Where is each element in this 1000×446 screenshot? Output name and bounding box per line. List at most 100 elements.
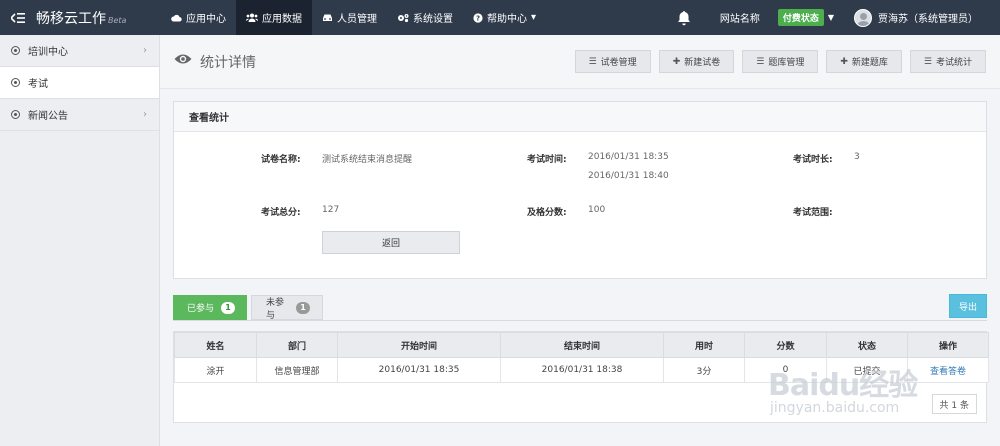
tab-divider	[173, 320, 987, 321]
new-paper-button[interactable]: ✚ 新建试卷	[658, 50, 735, 73]
total-score-value: 127	[322, 205, 340, 215]
exam-end-value: 2016/01/31 18:40	[588, 171, 669, 181]
nav-label: 应用中心	[186, 14, 226, 25]
list-icon: ☰	[756, 56, 765, 67]
nav-settings[interactable]: 系统设置	[387, 0, 463, 35]
exam-time-label: 考试时间:	[527, 155, 567, 165]
chevron-right-icon: ›	[143, 45, 147, 56]
table-cell: 2016/01/31 18:35	[337, 357, 501, 383]
paper-manage-button[interactable]: ☰ 试卷管理	[574, 50, 651, 73]
plus-icon: ✚	[672, 56, 681, 67]
site-name[interactable]: 网站名称	[720, 10, 760, 25]
count-badge: 1	[296, 301, 310, 314]
top-navbar: 畅移云工作 Beta 应用中心 应用数据 人员管理 系统设置 ? 帮助中心 ▾ …	[0, 0, 1000, 35]
export-button[interactable]: 导出	[949, 294, 987, 318]
duration-label: 考试时长:	[793, 155, 833, 165]
nav-label: 应用数据	[262, 14, 302, 25]
bell-icon[interactable]	[674, 8, 694, 28]
gears-icon	[398, 13, 409, 22]
sidebar-item-label: 培训中心	[28, 47, 68, 58]
brand[interactable]: 畅移云工作 Beta	[36, 8, 161, 28]
nav-label: 系统设置	[413, 14, 453, 25]
stats-card: 查看统计 试卷名称: 测试系统结束消息提醒 考试时间: 2016/01/31 1…	[173, 101, 987, 279]
car-icon	[323, 14, 332, 21]
column-header[interactable]: 结束时间	[500, 332, 664, 358]
table-cell: 信息管理部	[256, 357, 338, 383]
watermark: Baidu经验 jingyan.baidu.com	[768, 360, 1000, 446]
nav-help[interactable]: ? 帮助中心 ▾	[463, 0, 546, 35]
page-title: 统计详情	[200, 55, 256, 71]
chevron-down-icon: ▾	[531, 12, 537, 23]
nav-app-data[interactable]: 应用数据	[236, 0, 312, 35]
exam-stats-button[interactable]: ☰ 考试统计	[909, 50, 986, 73]
button-label: 试卷管理	[600, 58, 637, 68]
eye-icon	[174, 54, 192, 64]
column-header[interactable]: 操作	[907, 332, 989, 358]
user-menu[interactable]: 贾海苏（系统管理员）	[878, 10, 978, 25]
sidebar: 培训中心 › 考试 新闻公告 ›	[0, 35, 160, 446]
brand-name: 畅移云工作	[36, 10, 106, 27]
paper-name-label: 试卷名称:	[261, 155, 301, 165]
card-title: 查看统计	[174, 102, 986, 132]
nav-label: 人员管理	[337, 14, 377, 25]
toolbar: ☰ 试卷管理 ✚ 新建试卷 ☰ 题库管理 ✚ 新建题库 ☰ 考试统计	[574, 50, 986, 73]
column-header[interactable]: 用时	[663, 332, 745, 358]
button-label: 考试统计	[935, 58, 972, 68]
status-badge[interactable]: 付费状态	[777, 9, 824, 26]
cloud-icon	[171, 14, 182, 21]
column-header[interactable]: 部门	[256, 332, 338, 358]
count-badge: 1	[221, 301, 235, 314]
watermark-url: jingyan.baidu.com	[770, 400, 900, 416]
exam-scope-label: 考试范围:	[793, 208, 833, 218]
chevron-right-icon: ›	[143, 109, 147, 120]
table-cell: 3分	[663, 357, 745, 383]
button-label: 新建题库	[851, 58, 888, 68]
avatar[interactable]	[854, 8, 872, 27]
participation-tabs: 已参与 1 未参与 1	[173, 295, 323, 321]
brand-beta: Beta	[108, 15, 127, 25]
sidebar-item-label: 新闻公告	[28, 111, 68, 122]
pass-score-value: 100	[588, 205, 606, 215]
column-header[interactable]: 状态	[826, 332, 908, 358]
paper-name-value: 测试系统结束消息提醒	[322, 155, 413, 165]
question-bank-button[interactable]: ☰ 题库管理	[742, 50, 819, 73]
tab-not-participated[interactable]: 未参与 1	[251, 295, 323, 321]
page-header: 统计详情 ☰ 试卷管理 ✚ 新建试卷 ☰ 题库管理 ✚ 新建题库 ☰ 考试统计	[160, 35, 1000, 89]
help-icon: ?	[473, 12, 483, 23]
svg-text:?: ?	[476, 14, 480, 22]
new-bank-button[interactable]: ✚ 新建题库	[826, 50, 902, 73]
column-header[interactable]: 分数	[744, 332, 827, 358]
circle-dot-icon	[11, 110, 20, 119]
table-header-row: 姓名 部门 开始时间 结束时间 用时 分数 状态 操作	[174, 332, 989, 358]
circle-dot-icon	[11, 78, 20, 87]
table-cell: 2016/01/31 18:38	[500, 357, 664, 383]
tab-label: 未参与	[266, 297, 285, 321]
menu-toggle-icon[interactable]	[0, 0, 36, 35]
tab-participated[interactable]: 已参与 1	[173, 295, 247, 320]
watermark-brand: Baidu经验	[768, 368, 918, 403]
main-nav: 应用中心 应用数据 人员管理 系统设置 ? 帮助中心 ▾	[161, 0, 546, 35]
chevron-down-icon[interactable]: ▼	[828, 13, 834, 22]
column-header[interactable]: 开始时间	[337, 332, 501, 358]
sidebar-item-training[interactable]: 培训中心 ›	[0, 35, 159, 67]
sidebar-item-news[interactable]: 新闻公告 ›	[0, 99, 159, 131]
duration-value: 3	[854, 152, 860, 162]
list-icon: ☰	[588, 56, 597, 67]
back-button[interactable]: 返回	[322, 231, 460, 254]
tab-label: 已参与	[187, 304, 215, 314]
exam-start-value: 2016/01/31 18:35	[588, 152, 669, 162]
table-cell: 涂开	[174, 357, 257, 383]
nav-staff[interactable]: 人员管理	[312, 0, 387, 35]
list-icon: ☰	[923, 56, 932, 67]
button-label: 题库管理	[768, 58, 805, 68]
pass-score-label: 及格分数:	[527, 208, 567, 218]
sidebar-item-label: 考试	[28, 79, 48, 90]
circle-dot-icon	[11, 46, 20, 55]
nav-app-center[interactable]: 应用中心	[161, 0, 236, 35]
topbar-right: 网站名称 付费状态 ▼ 贾海苏（系统管理员）	[674, 0, 1000, 35]
plus-icon: ✚	[840, 56, 848, 67]
column-header[interactable]: 姓名	[174, 332, 257, 358]
sidebar-item-exam[interactable]: 考试	[0, 67, 159, 99]
nav-label: 帮助中心	[487, 14, 527, 25]
button-label: 新建试卷	[684, 58, 721, 68]
